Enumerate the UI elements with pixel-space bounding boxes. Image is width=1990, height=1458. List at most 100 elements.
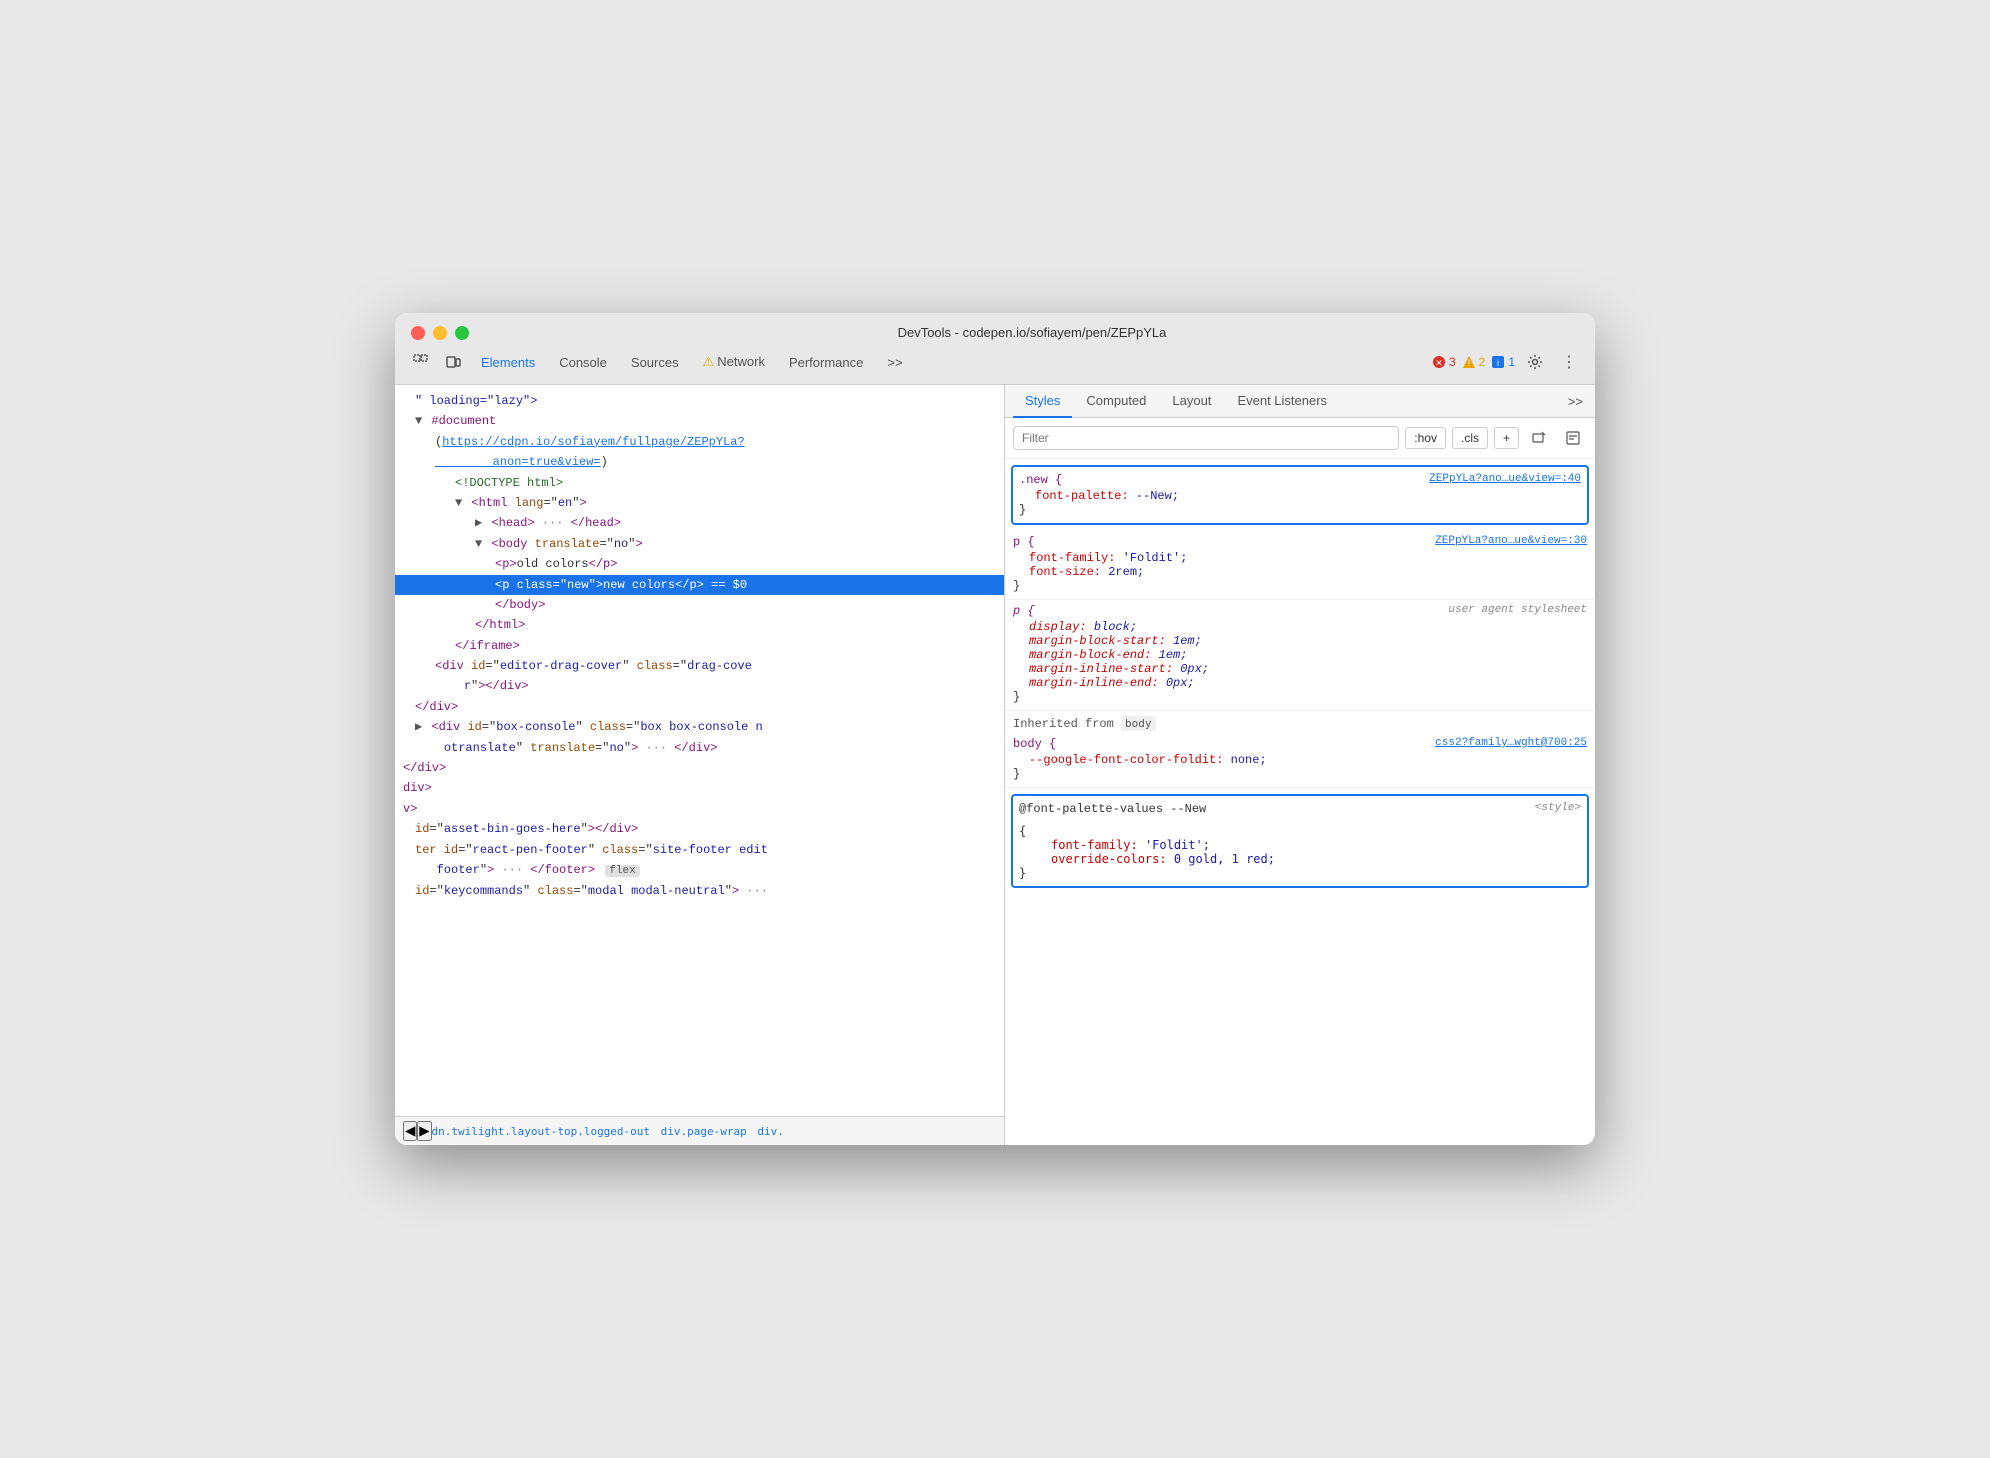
style-inspector-icon[interactable] [1559, 424, 1587, 452]
property-value[interactable]: none; [1231, 753, 1267, 767]
tab-elements[interactable]: Elements [471, 351, 545, 374]
html-line: v> [395, 799, 1004, 819]
tab-more[interactable]: >> [1564, 386, 1587, 417]
html-line: <p>old colors</p> [395, 554, 1004, 574]
rule-p-useragent: p { user agent stylesheet display: block… [1005, 600, 1595, 711]
new-style-rule-icon[interactable] [1525, 424, 1553, 452]
error-badge[interactable]: ✕ 3 [1432, 355, 1456, 369]
tab-event-listeners[interactable]: Event Listeners [1225, 385, 1339, 418]
property-value[interactable]: 2rem; [1108, 565, 1144, 579]
property-name[interactable]: display: [1013, 620, 1087, 634]
rule-property-line: --google-font-color-foldit: none; [1013, 753, 1587, 767]
tab-styles[interactable]: Styles [1013, 385, 1072, 418]
breadcrumb-bar: ◀ ▶ dn.twilight.layout-top.logged-out di… [395, 1116, 1004, 1145]
user-agent-label: user agent stylesheet [1448, 604, 1587, 616]
property-value[interactable]: 1em; [1159, 648, 1188, 662]
inherited-from-tag[interactable]: body [1121, 716, 1156, 731]
rule-close: } [1013, 579, 1587, 593]
property-value[interactable]: block; [1094, 620, 1137, 634]
svg-text:i: i [1497, 358, 1499, 368]
breadcrumb-item-3[interactable]: div. [757, 1125, 784, 1138]
rule-property-line: margin-block-end: 1em; [1013, 648, 1587, 662]
warning-badge[interactable]: ! 2 [1462, 355, 1486, 369]
info-badge[interactable]: i 1 [1491, 355, 1515, 369]
filter-cls[interactable]: .cls [1452, 427, 1488, 449]
html-line[interactable]: ▼ #document [395, 411, 1004, 431]
property-name[interactable]: --google-font-color-foldit: [1013, 753, 1223, 767]
html-line[interactable]: ▼ <body translate="no"> [395, 534, 1004, 554]
rule-selector[interactable]: body { [1013, 737, 1056, 751]
cursor-icon[interactable] [407, 348, 435, 376]
font-palette-rule: @font-palette-values --New <style> { fon… [1011, 794, 1589, 888]
property-value[interactable]: 'Foldit'; [1123, 551, 1188, 565]
property-value[interactable]: 'Foldit'; [1145, 838, 1210, 852]
titlebar: DevTools - codepen.io/sofiayem/pen/ZEPpY… [395, 313, 1595, 340]
property-value[interactable]: 0 gold, 1 red; [1174, 852, 1275, 866]
property-name[interactable]: margin-inline-start: [1013, 662, 1173, 676]
rule-source[interactable]: <style> [1535, 802, 1581, 814]
rule-new-highlighted: .new { ZEPpYLa?ano…ue&view=:40 font-pale… [1011, 465, 1589, 525]
html-line[interactable]: ▼ <html lang="en"> [395, 493, 1004, 513]
rule-source[interactable]: css2?family…wght@700:25 [1435, 737, 1587, 749]
breadcrumb-back[interactable]: ◀ [403, 1121, 417, 1141]
selected-element[interactable]: <p class="new">new colors</p> == $0 [395, 575, 1004, 595]
maximize-button[interactable] [455, 326, 469, 340]
property-name[interactable]: font-family: [1013, 551, 1115, 565]
html-line[interactable]: ▶ <head> ··· </head> [395, 513, 1004, 533]
breadcrumb-forward[interactable]: ▶ [417, 1121, 431, 1141]
svg-text:!: ! [1467, 358, 1470, 368]
rule-property-line: font-palette: --New; [1019, 489, 1581, 503]
styles-content[interactable]: .new { ZEPpYLa?ano…ue&view=:40 font-pale… [1005, 459, 1595, 1145]
property-value[interactable]: 1em; [1173, 634, 1202, 648]
breadcrumb-item-2[interactable]: div.page-wrap [661, 1125, 747, 1138]
property-name[interactable]: margin-inline-end: [1013, 676, 1159, 690]
tab-sources[interactable]: Sources [621, 351, 689, 374]
device-icon[interactable] [439, 348, 467, 376]
filter-input[interactable] [1013, 426, 1399, 450]
tab-performance[interactable]: Performance [779, 351, 873, 374]
html-line[interactable]: (https://cdpn.io/sofiayem/fullpage/ZEPpY… [395, 432, 1004, 473]
tab-layout[interactable]: Layout [1160, 385, 1223, 418]
minimize-button[interactable] [433, 326, 447, 340]
property-name[interactable]: margin-block-end: [1013, 648, 1151, 662]
rule-close: } [1013, 767, 1587, 781]
rule-source[interactable]: ZEPpYLa?ano…ue&view=:30 [1435, 535, 1587, 547]
rule-selector[interactable]: p { [1013, 604, 1035, 618]
property-value[interactable]: --New; [1136, 489, 1179, 503]
close-button[interactable] [411, 326, 425, 340]
filter-hov[interactable]: :hov [1405, 427, 1446, 449]
filter-add[interactable]: + [1494, 427, 1519, 449]
settings-icon[interactable] [1521, 348, 1549, 376]
rule-source[interactable]: ZEPpYLa?ano…ue&view=:40 [1429, 473, 1581, 485]
html-line: </html> [395, 615, 1004, 635]
elements-content[interactable]: " loading="lazy"> ▼ #document (https://c… [395, 385, 1004, 1116]
html-line: ter id="react-pen-footer" class="site-fo… [395, 840, 1004, 881]
html-line[interactable]: ▶ <div id="box-console" class="box box-c… [395, 717, 1004, 758]
breadcrumb-item-1[interactable]: dn.twilight.layout-top.logged-out [432, 1125, 651, 1138]
tab-network[interactable]: ⚠Network [693, 350, 775, 374]
tab-console[interactable]: Console [549, 351, 617, 374]
rule-property-line: margin-inline-start: 0px; [1013, 662, 1587, 676]
toolbar-right: ✕ 3 ! 2 i 1 [1432, 348, 1583, 376]
breadcrumb-separator-1 [652, 1125, 659, 1138]
property-value[interactable]: 0px; [1180, 662, 1209, 676]
rule-header: p { user agent stylesheet [1013, 604, 1587, 618]
property-name[interactable]: margin-block-start: [1013, 634, 1166, 648]
rule-p-foldit: p { ZEPpYLa?ano…ue&view=:30 font-family:… [1005, 531, 1595, 600]
html-line: id="asset-bin-goes-here"></div> [395, 819, 1004, 839]
tab-more[interactable]: >> [877, 351, 912, 374]
property-name[interactable]: font-size: [1013, 565, 1101, 579]
property-value[interactable]: 0px; [1166, 676, 1195, 690]
breadcrumb-separator-2 [749, 1125, 756, 1138]
devtools-body: " loading="lazy"> ▼ #document (https://c… [395, 385, 1595, 1145]
property-name[interactable]: override-colors: [1035, 852, 1167, 866]
html-line: div> [395, 778, 1004, 798]
rule-selector[interactable]: .new { [1019, 473, 1062, 487]
property-name[interactable]: font-family: [1035, 838, 1138, 852]
elements-panel: " loading="lazy"> ▼ #document (https://c… [395, 385, 1005, 1145]
more-icon[interactable]: ⋮ [1555, 348, 1583, 376]
warning-icon: ⚠ [703, 354, 715, 369]
tab-computed[interactable]: Computed [1074, 385, 1158, 418]
rule-selector[interactable]: p { [1013, 535, 1035, 549]
property-name[interactable]: font-palette: [1019, 489, 1129, 503]
